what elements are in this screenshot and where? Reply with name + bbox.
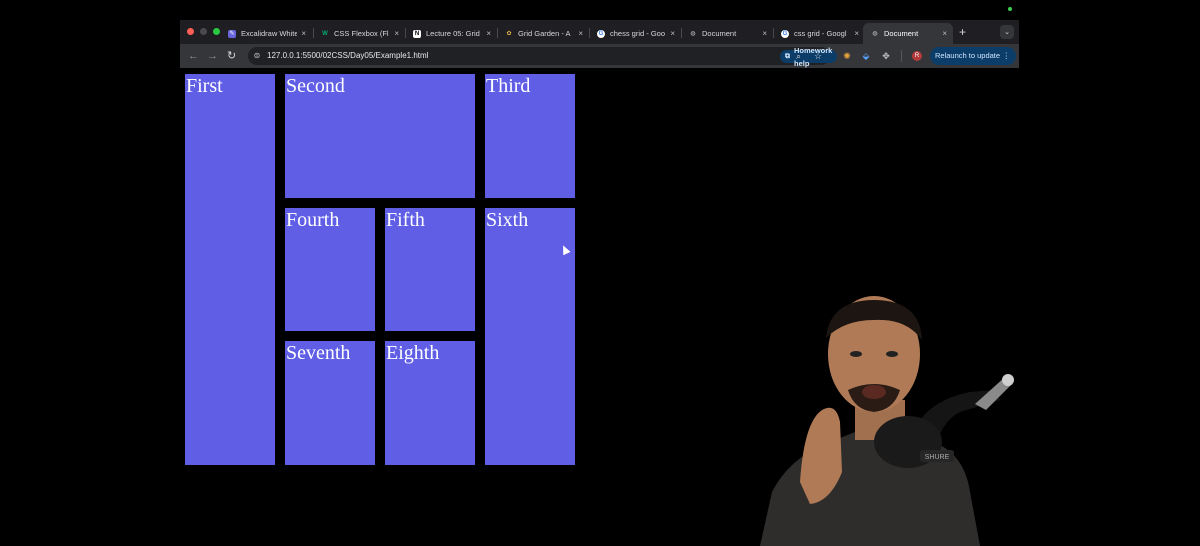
zoom-icon[interactable]: ⌕ (796, 50, 801, 62)
grid-item-seventh: Seventh (285, 341, 375, 465)
toolbar: ← → ↻ ⊜ 127.0.0.1:5500/02CSS/Day05/Examp… (180, 44, 1019, 68)
new-tab-button[interactable]: + (959, 25, 966, 39)
menu-kebab-icon[interactable]: ⋮ (1003, 47, 1011, 65)
site-info-icon[interactable]: ⊜ (252, 51, 262, 61)
tab-css-flexbox[interactable]: W CSS Flexbox (Fl × (313, 23, 405, 44)
tab-lecture-grid[interactable]: N Lecture 05: Grid × (405, 23, 497, 44)
google-icon: G (781, 29, 789, 38)
tab-title: Lecture 05: Grid (426, 29, 480, 38)
tab-close-icon[interactable]: × (854, 29, 859, 38)
tab-grid-garden[interactable]: ✿ Grid Garden - A × (497, 23, 589, 44)
lens-icon: ⧉ (785, 53, 790, 60)
grid-item-label: Fifth (386, 209, 425, 231)
recording-indicator (1008, 7, 1012, 11)
grid-item-label: Fourth (286, 209, 340, 231)
tab-document[interactable]: ◍ Document × (681, 23, 773, 44)
grid-item-label: Seventh (286, 342, 351, 364)
window-zoom-button[interactable] (213, 28, 220, 35)
grid-item-fifth: Fifth (385, 208, 475, 331)
tab-title: Document (702, 29, 737, 38)
tab-close-icon[interactable]: × (670, 29, 675, 38)
tab-title: chess grid - Goo (610, 29, 666, 38)
tab-excalidraw[interactable]: ✎ Excalidraw White × (220, 23, 312, 44)
grid-item-label: Second (286, 75, 345, 97)
grid-item-third: Third (485, 74, 575, 198)
excalidraw-icon: ✎ (228, 29, 236, 38)
tab-close-icon[interactable]: × (301, 29, 306, 38)
extension-colorful-icon[interactable]: ✺ (841, 50, 853, 62)
svg-text:SHURE: SHURE (925, 454, 950, 461)
reload-icon[interactable]: ↻ (227, 49, 236, 63)
bookmark-star-icon[interactable]: ☆ (814, 50, 822, 62)
grid-item-eighth: Eighth (385, 341, 475, 465)
grid-item-label: First (186, 75, 223, 97)
grid-item-label: Third (486, 75, 531, 97)
relaunch-button[interactable]: Relaunch to update ⋮ (930, 47, 1016, 65)
back-arrow-icon[interactable]: ← (188, 49, 199, 63)
garden-icon: ✿ (506, 31, 512, 37)
tab-title: Grid Garden - A (518, 29, 571, 38)
forward-arrow-icon[interactable]: → (207, 49, 218, 63)
tab-close-icon[interactable]: × (578, 29, 583, 38)
w3-icon: W (322, 30, 328, 37)
notion-icon: N (413, 29, 421, 38)
window-close-button[interactable] (187, 28, 194, 35)
grid-item-first: First (185, 74, 275, 465)
profile-avatar[interactable]: R (912, 51, 922, 61)
grid-item-second: Second (285, 74, 475, 198)
tab-chess-grid[interactable]: G chess grid - Goo × (589, 23, 681, 44)
tab-document-active[interactable]: ◍ Document × (863, 23, 953, 44)
presenter-webcam: SHURE (760, 296, 1014, 546)
grid-item-label: Sixth (486, 209, 529, 231)
extension-blue-icon[interactable]: ⬙ (860, 50, 872, 62)
tab-strip: ✎ Excalidraw White × W CSS Flexbox (Fl ×… (180, 20, 1019, 44)
toolbar-divider (901, 50, 902, 62)
tab-close-icon[interactable]: × (394, 29, 399, 38)
window-minimize-button[interactable] (200, 28, 207, 35)
relaunch-label: Relaunch to update (935, 51, 1001, 60)
extensions-puzzle-icon[interactable]: ✥ (880, 50, 892, 62)
tab-title: Document (884, 29, 919, 38)
tab-close-icon[interactable]: × (762, 29, 767, 38)
grid-item-label: Eighth (386, 342, 440, 364)
google-icon: G (597, 29, 605, 38)
grid-item-fourth: Fourth (285, 208, 375, 331)
tab-css-grid[interactable]: G css grid - Googl × (773, 23, 865, 44)
tab-title: CSS Flexbox (Fl (334, 29, 389, 38)
homework-help-button[interactable]: ⧉ Homework help (780, 46, 838, 68)
tab-title: css grid - Googl (794, 29, 847, 38)
globe-icon: ◍ (872, 31, 878, 37)
tab-title: Excalidraw White (241, 29, 298, 38)
url-text[interactable]: 127.0.0.1:5500/02CSS/Day05/Example1.html (267, 50, 428, 62)
tab-close-icon[interactable]: × (942, 29, 947, 38)
tab-search-chevron-icon[interactable]: ⌄ (1000, 25, 1014, 39)
globe-icon: ◍ (690, 31, 696, 37)
address-bar[interactable]: ⊜ 127.0.0.1:5500/02CSS/Day05/Example1.ht… (248, 46, 838, 68)
tab-close-icon[interactable]: × (486, 29, 491, 38)
